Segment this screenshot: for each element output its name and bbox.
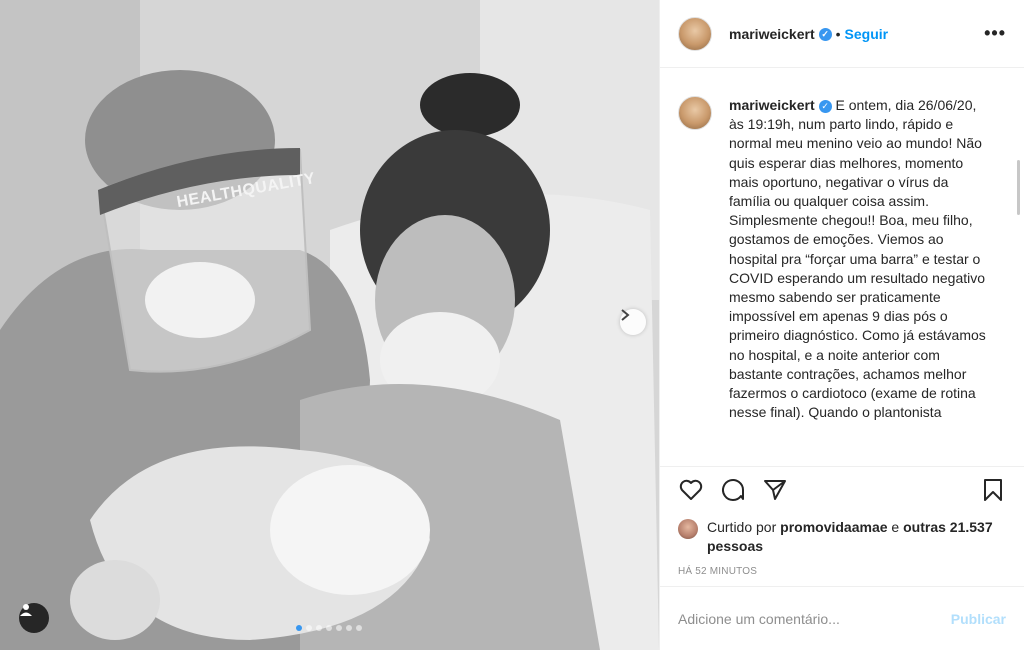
heart-icon [679, 479, 703, 506]
carousel-dot-2 [306, 625, 312, 631]
add-comment-bar: Publicar [660, 586, 1024, 650]
post-caption: mariweickert ✓ E ontem, dia 26/06/20, às … [729, 96, 991, 466]
carousel-dot-1 [296, 625, 302, 631]
carousel-indicator [296, 625, 362, 631]
caption-avatar[interactable] [678, 96, 712, 130]
header-separator: • [835, 25, 841, 42]
avatar[interactable] [678, 16, 712, 51]
tagged-users-button[interactable] [19, 603, 49, 633]
comment-input[interactable] [678, 610, 951, 627]
post-actions [660, 466, 1024, 518]
carousel-dot-5 [336, 625, 342, 631]
carousel-dot-7 [356, 625, 362, 631]
caption-username[interactable]: mariweickert [729, 97, 815, 113]
post-header: mariweickert ✓ • Seguir ••• [660, 0, 1024, 68]
comments-section[interactable]: mariweickert ✓ E ontem, dia 26/06/20, às … [660, 68, 1024, 466]
carousel-next-button[interactable] [620, 309, 646, 335]
header-username[interactable]: mariweickert ✓ [729, 26, 832, 42]
post-photo-illustration [0, 0, 659, 650]
caption-text: E ontem, dia 26/06/20, às 19:19h, num pa… [729, 97, 986, 421]
like-button[interactable] [678, 479, 704, 506]
verified-badge-icon: ✓ [818, 28, 832, 42]
likes-text: Curtido por promovidaamae e outras 21.53… [707, 518, 1006, 556]
carousel-dot-3 [316, 625, 322, 631]
follow-button[interactable]: Seguir [845, 26, 889, 42]
carousel-dot-6 [346, 625, 352, 631]
liker-avatar[interactable] [678, 519, 698, 539]
paper-plane-icon [763, 478, 787, 507]
likes-summary: Curtido por promovidaamae e outras 21.53… [660, 518, 1024, 556]
comment-bubble-icon [721, 478, 745, 507]
more-options-icon[interactable]: ••• [984, 23, 1006, 44]
post-timestamp[interactable]: HÁ 52 MINUTOS [660, 556, 1024, 577]
bookmark-icon [982, 478, 1004, 507]
publish-button[interactable]: Publicar [951, 611, 1006, 627]
save-button[interactable] [980, 478, 1006, 507]
comment-button[interactable] [720, 478, 746, 507]
liker-username[interactable]: promovidaamae [780, 519, 887, 535]
comments-scrollbar[interactable] [1017, 160, 1020, 215]
likes-prefix: Curtido por [707, 519, 781, 535]
header-username-text[interactable]: mariweickert [729, 26, 815, 42]
share-button[interactable] [762, 480, 788, 506]
likes-conjunction: e [887, 519, 904, 535]
carousel-dot-4 [326, 625, 332, 631]
post-photo[interactable]: HEALTHQUALITY [0, 0, 659, 650]
verified-badge-icon: ✓ [818, 99, 832, 113]
post-side-panel: mariweickert ✓ • Seguir ••• mariweickert ✓… [659, 0, 1024, 650]
